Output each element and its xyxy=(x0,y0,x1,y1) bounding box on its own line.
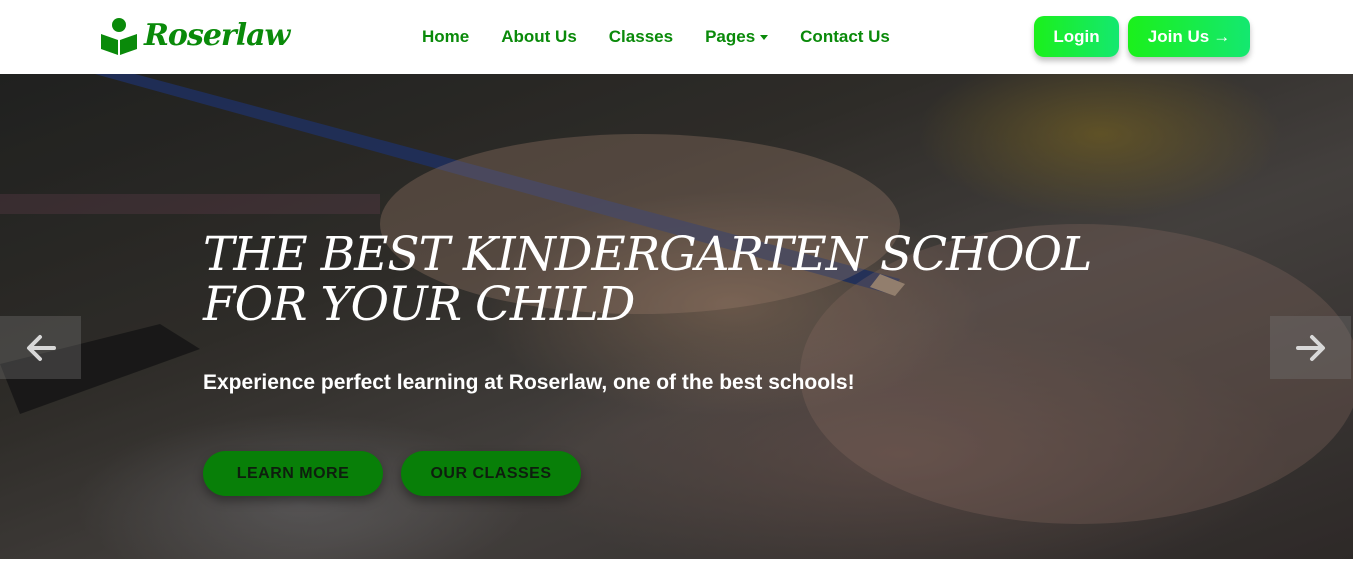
join-us-button[interactable]: Join Us → xyxy=(1128,16,1250,57)
nav-contact-us[interactable]: Contact Us xyxy=(800,27,890,47)
nav-about-us[interactable]: About Us xyxy=(501,27,577,47)
arrow-right-icon: → xyxy=(1213,26,1231,46)
learn-more-label: LEARN MORE xyxy=(236,464,350,482)
nav-pages-label: Pages xyxy=(705,27,756,46)
brand-name: Roserlaw xyxy=(144,18,290,53)
nav-classes[interactable]: Classes xyxy=(609,27,673,47)
carousel-prev-button[interactable] xyxy=(0,316,81,379)
hero-title: THE BEST KINDERGARTEN SCHOOL FOR YOUR CH… xyxy=(203,227,1092,332)
our-classes-label: OUR CLASSES xyxy=(430,464,552,482)
hero-carousel: THE BEST KINDERGARTEN SCHOOL FOR YOUR CH… xyxy=(0,74,1353,559)
nav-pages-dropdown[interactable]: Pages xyxy=(705,27,769,47)
login-label: Login xyxy=(1053,26,1100,46)
hero-subtitle: Experience perfect learning at Roserlaw,… xyxy=(203,371,855,394)
arrow-left-icon xyxy=(26,334,56,361)
caret-down-icon xyxy=(760,34,769,40)
learn-more-button[interactable]: LEARN MORE xyxy=(203,451,383,496)
login-button[interactable]: Login xyxy=(1034,16,1119,57)
nav-home[interactable]: Home xyxy=(422,27,469,47)
brand-logo[interactable]: Roserlaw xyxy=(100,16,290,56)
arrow-right-icon xyxy=(1295,334,1325,361)
our-classes-button[interactable]: OUR CLASSES xyxy=(401,451,581,496)
reader-book-icon xyxy=(101,18,137,55)
main-nav: Home About Us Classes Pages Contact Us xyxy=(422,27,922,47)
join-label: Join Us xyxy=(1147,26,1210,46)
navbar: Roserlaw Home About Us Classes Pages Con… xyxy=(0,0,1355,74)
carousel-next-button[interactable] xyxy=(1270,316,1351,379)
